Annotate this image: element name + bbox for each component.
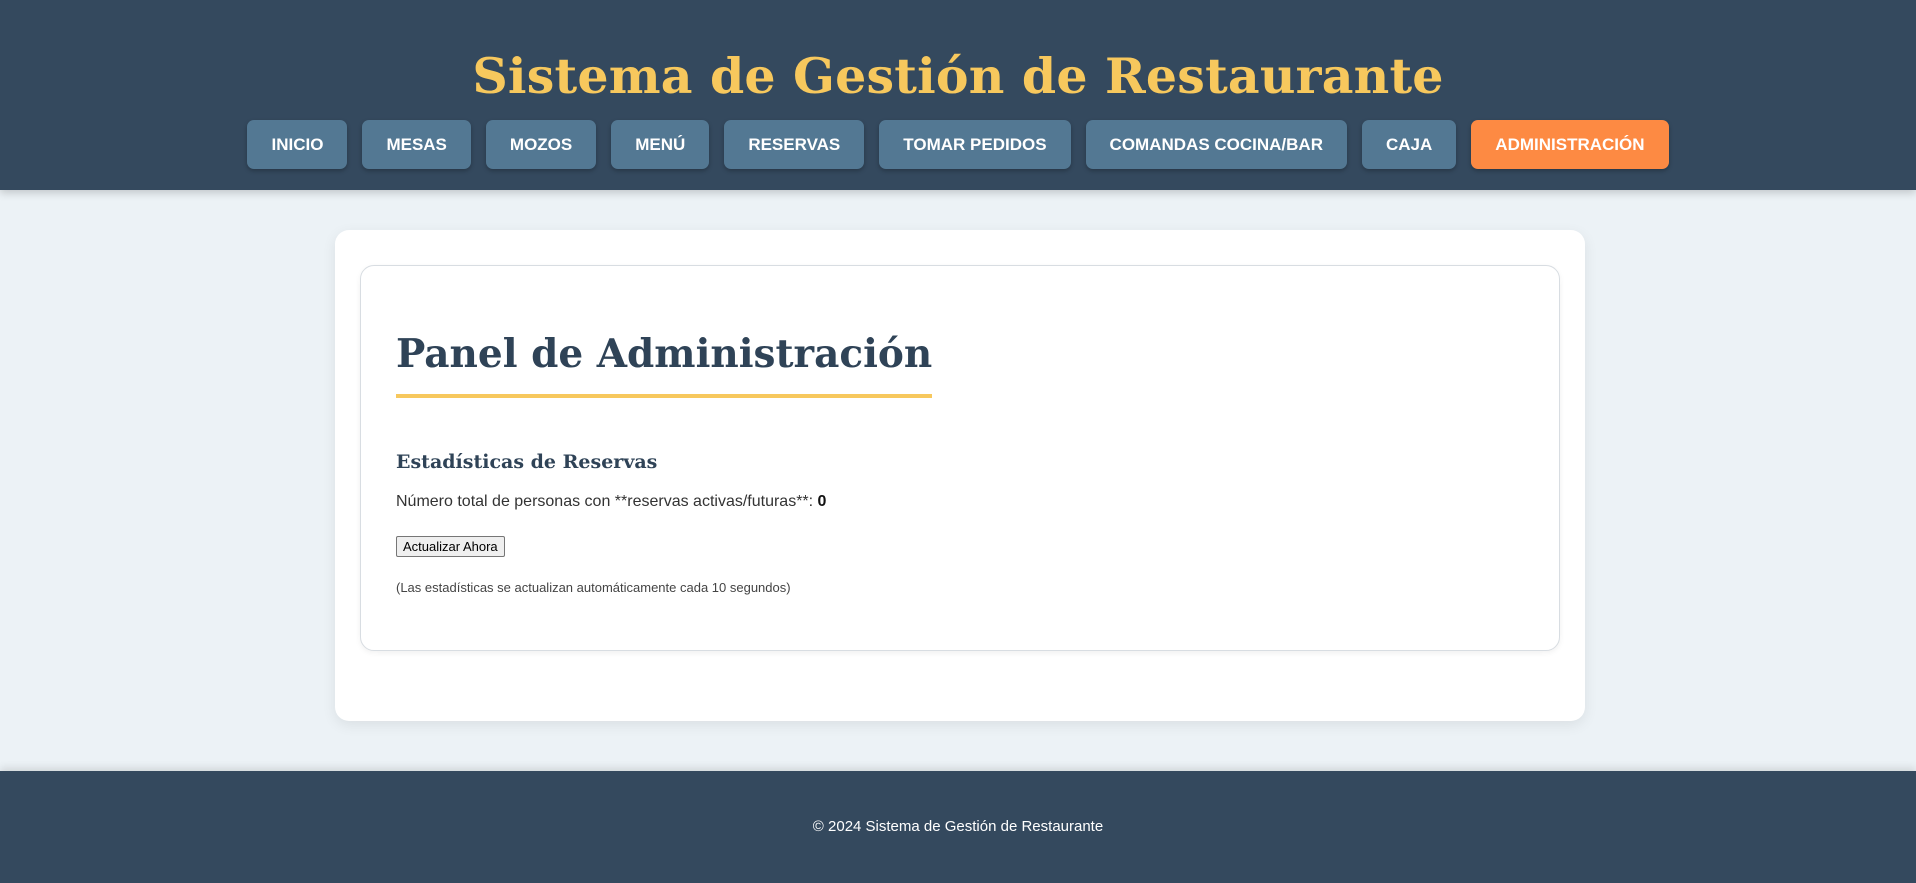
nav-menu-button[interactable]: MENÚ [611, 120, 710, 169]
admin-panel-card: Panel de Administración Estadísticas de … [360, 265, 1560, 651]
footer-copyright: © 2024 Sistema de Gestión de Restaurante [812, 818, 1104, 835]
reservation-stats-heading: Estadísticas de Reservas [396, 451, 658, 473]
auto-refresh-note: (Las estadísticas se actualizan automáti… [396, 580, 791, 595]
site-header: Sistema de Gestión de Restaurante INICIO… [0, 0, 1916, 190]
main-nav: INICIO MESAS MOZOS MENÚ RESERVAS TOMAR P… [0, 120, 1916, 169]
page-title: Panel de Administración [396, 326, 933, 398]
nav-reservas-button[interactable]: RESERVAS [724, 120, 865, 169]
main-content: Panel de Administración Estadísticas de … [335, 230, 1585, 721]
stat-label: Número total de personas con **reservas … [396, 493, 818, 510]
nav-tomar-pedidos-button[interactable]: TOMAR PEDIDOS [879, 120, 1071, 169]
stat-value: 0 [817, 493, 827, 510]
nav-inicio-button[interactable]: INICIO [247, 120, 348, 169]
site-title: Sistema de Gestión de Restaurante [472, 47, 1444, 105]
refresh-now-button[interactable]: Actualizar Ahora [396, 536, 505, 557]
active-reservations-stat: Número total de personas con **reservas … [396, 491, 826, 513]
nav-caja-button[interactable]: CAJA [1362, 120, 1457, 169]
site-footer: © 2024 Sistema de Gestión de Restaurante [0, 771, 1916, 883]
nav-mesas-button[interactable]: MESAS [362, 120, 471, 169]
nav-comandas-button[interactable]: COMANDAS COCINA/BAR [1085, 120, 1347, 169]
nav-administracion-button[interactable]: ADMINISTRACIÓN [1471, 120, 1669, 169]
nav-mozos-button[interactable]: MOZOS [485, 120, 597, 169]
